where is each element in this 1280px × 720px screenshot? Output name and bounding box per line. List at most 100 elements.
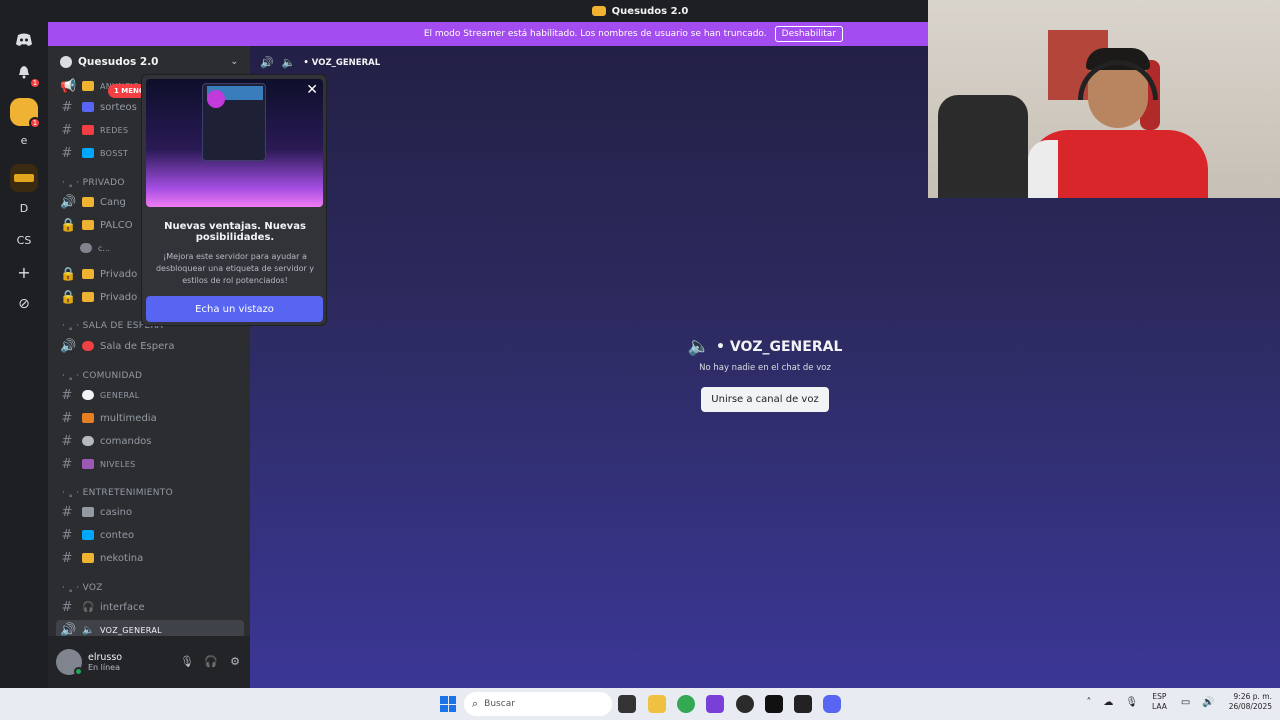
headphones-icon: 🎧 xyxy=(82,602,95,613)
server-logo-icon xyxy=(14,174,34,182)
star-icon xyxy=(82,197,94,207)
webcam-overlay xyxy=(928,0,1280,198)
hash-icon: # xyxy=(61,145,73,161)
hash-icon: # xyxy=(61,504,73,520)
streamer-mode-bar: El modo Streamer está habilitado. Los no… xyxy=(48,22,928,46)
speaker-icon: 🔊 xyxy=(60,194,77,210)
microphone-icon[interactable]: 🎙 xyxy=(180,655,194,669)
discord-home-icon[interactable] xyxy=(10,26,38,54)
obs-icon[interactable] xyxy=(736,695,754,713)
emoji-icon xyxy=(82,81,94,91)
channel-interface[interactable]: # 🎧 interface xyxy=(56,597,244,617)
channel-header: 🔊 🔈 • VOZ_GENERAL xyxy=(260,56,380,69)
streamer-person xyxy=(1028,48,1208,198)
windows-start-icon[interactable] xyxy=(440,696,456,712)
discord-taskbar-icon[interactable] xyxy=(823,695,841,713)
video-editor-icon[interactable] xyxy=(706,695,724,713)
input-language[interactable]: ESP LAA xyxy=(1152,692,1167,712)
channel-sala-espera[interactable]: 🔊 Sala de Espera xyxy=(56,336,244,356)
user-status: En línea xyxy=(88,663,121,672)
server-rail: 1 1 e D CS + ⊘ xyxy=(0,22,48,688)
server-icon-e[interactable]: e xyxy=(10,126,38,154)
hash-icon: # xyxy=(61,599,73,615)
taskbar-search[interactable]: ⌕ Buscar xyxy=(464,692,612,716)
arrow-up-icon xyxy=(82,459,94,469)
disable-streamer-button[interactable]: Deshabilitar xyxy=(774,26,843,42)
avatar xyxy=(80,243,92,253)
join-voice-button[interactable]: Unirse a canal de voz xyxy=(701,387,829,412)
hash-icon: # xyxy=(61,527,73,543)
hash-icon: # xyxy=(61,456,73,472)
speaker-icon: 🔊 xyxy=(260,56,274,69)
gaming-chair xyxy=(938,95,1028,198)
numbers-icon xyxy=(82,530,94,540)
server-icon-quesudos[interactable]: 1 xyxy=(10,98,41,129)
chevron-down-icon[interactable]: ⌄ xyxy=(230,57,238,67)
category-privado[interactable]: · ˳ · PRIVADO xyxy=(62,178,125,188)
volume-icon[interactable]: 🔊 xyxy=(1202,697,1214,708)
microphone-icon[interactable]: 🎙 xyxy=(1125,697,1138,708)
header-channel-name: • VOZ_GENERAL xyxy=(303,57,381,68)
avatar[interactable] xyxy=(56,649,83,676)
channel-general[interactable]: # GENERAL xyxy=(56,385,244,405)
user-info[interactable]: elrusso En línea xyxy=(88,652,122,672)
gear-icon[interactable]: ⚙ xyxy=(228,655,242,669)
category-voz[interactable]: · ˳ · VOZ xyxy=(62,583,103,593)
server-boost-popup: ✕ Nuevas ventajas. Nuevas posibilidades.… xyxy=(141,74,327,326)
popup-body: ¡Mejora este servidor para ayudar a desb… xyxy=(155,252,315,285)
speaker-emoji-icon: 🔈 xyxy=(82,625,95,636)
app-icon-2[interactable] xyxy=(794,695,812,713)
display-icon[interactable]: ▭ xyxy=(1181,697,1190,708)
channel-niveles[interactable]: # NIVELES xyxy=(56,454,244,474)
close-icon[interactable]: ✕ xyxy=(306,83,318,97)
channel-nekotina[interactable]: # nekotina xyxy=(56,548,244,568)
server-icon-logo[interactable] xyxy=(10,164,38,192)
server-emblem-icon xyxy=(60,56,72,68)
heart-icon xyxy=(82,125,94,135)
no-entry-icon xyxy=(82,341,94,351)
category-entretenimiento[interactable]: · ˳ · ENTRETENIMIENTO xyxy=(62,488,173,498)
hash-icon: # xyxy=(61,433,73,449)
empty-voice-text: No hay nadie en el chat de voz xyxy=(699,363,831,373)
cat-icon xyxy=(82,553,94,563)
streamer-mode-message: El modo Streamer está habilitado. Los no… xyxy=(423,29,767,39)
headphones-icon[interactable]: 🎧 xyxy=(204,655,218,669)
server-icon-d[interactable]: D xyxy=(10,194,38,222)
clock[interactable]: 9:26 p. m. 26/08/2025 xyxy=(1229,692,1272,712)
task-view-icon[interactable] xyxy=(618,695,636,713)
app-icon[interactable] xyxy=(765,695,783,713)
cloud-icon[interactable]: ☁ xyxy=(1103,697,1113,708)
channel-multimedia[interactable]: # multimedia xyxy=(56,408,244,428)
profile-card-illustration xyxy=(202,83,266,161)
channel-comandos[interactable]: # comandos xyxy=(56,431,244,451)
hash-icon: # xyxy=(61,550,73,566)
category-comunidad[interactable]: · ˳ · COMUNIDAD xyxy=(62,371,142,381)
channel-conteo[interactable]: # conteo xyxy=(56,525,244,545)
user-controls: 🎙 🎧 ⚙ xyxy=(180,655,242,669)
empty-voice-panel: 🔈 • VOZ_GENERAL No hay nadie en el chat … xyxy=(670,336,860,412)
chrome-icon[interactable] xyxy=(677,695,695,713)
boost-banner-image xyxy=(146,79,323,207)
speaker-icon: 🔊 xyxy=(60,338,77,354)
channel-casino[interactable]: # casino xyxy=(56,502,244,522)
chevron-up-icon[interactable]: ˄ xyxy=(1086,697,1091,708)
slot-machine-icon xyxy=(82,507,94,517)
speaker-emoji-icon: 🔈 xyxy=(281,56,296,69)
notification-badge: 1 xyxy=(29,77,41,89)
server-icon-cs[interactable]: CS xyxy=(10,226,38,254)
speech-bubble-icon xyxy=(82,390,94,400)
window-title: Quesudos 2.0 xyxy=(611,5,689,17)
lock-icon: 🔒 xyxy=(60,217,77,233)
hash-icon: # xyxy=(61,99,73,115)
gem-icon xyxy=(82,148,94,158)
add-server-icon[interactable]: + xyxy=(10,258,38,286)
username: elrusso xyxy=(88,652,123,663)
file-explorer-icon[interactable] xyxy=(648,695,666,713)
check-it-out-button[interactable]: Echa un vistazo xyxy=(146,296,323,322)
hash-icon: # xyxy=(61,410,73,426)
explore-icon[interactable]: ⊘ xyxy=(10,290,38,318)
voice-channel-title: 🔈 • VOZ_GENERAL xyxy=(687,336,843,357)
bricks-icon xyxy=(82,413,94,423)
bell-icon[interactable]: 1 xyxy=(10,58,41,89)
lock-emoji-icon xyxy=(82,292,94,302)
